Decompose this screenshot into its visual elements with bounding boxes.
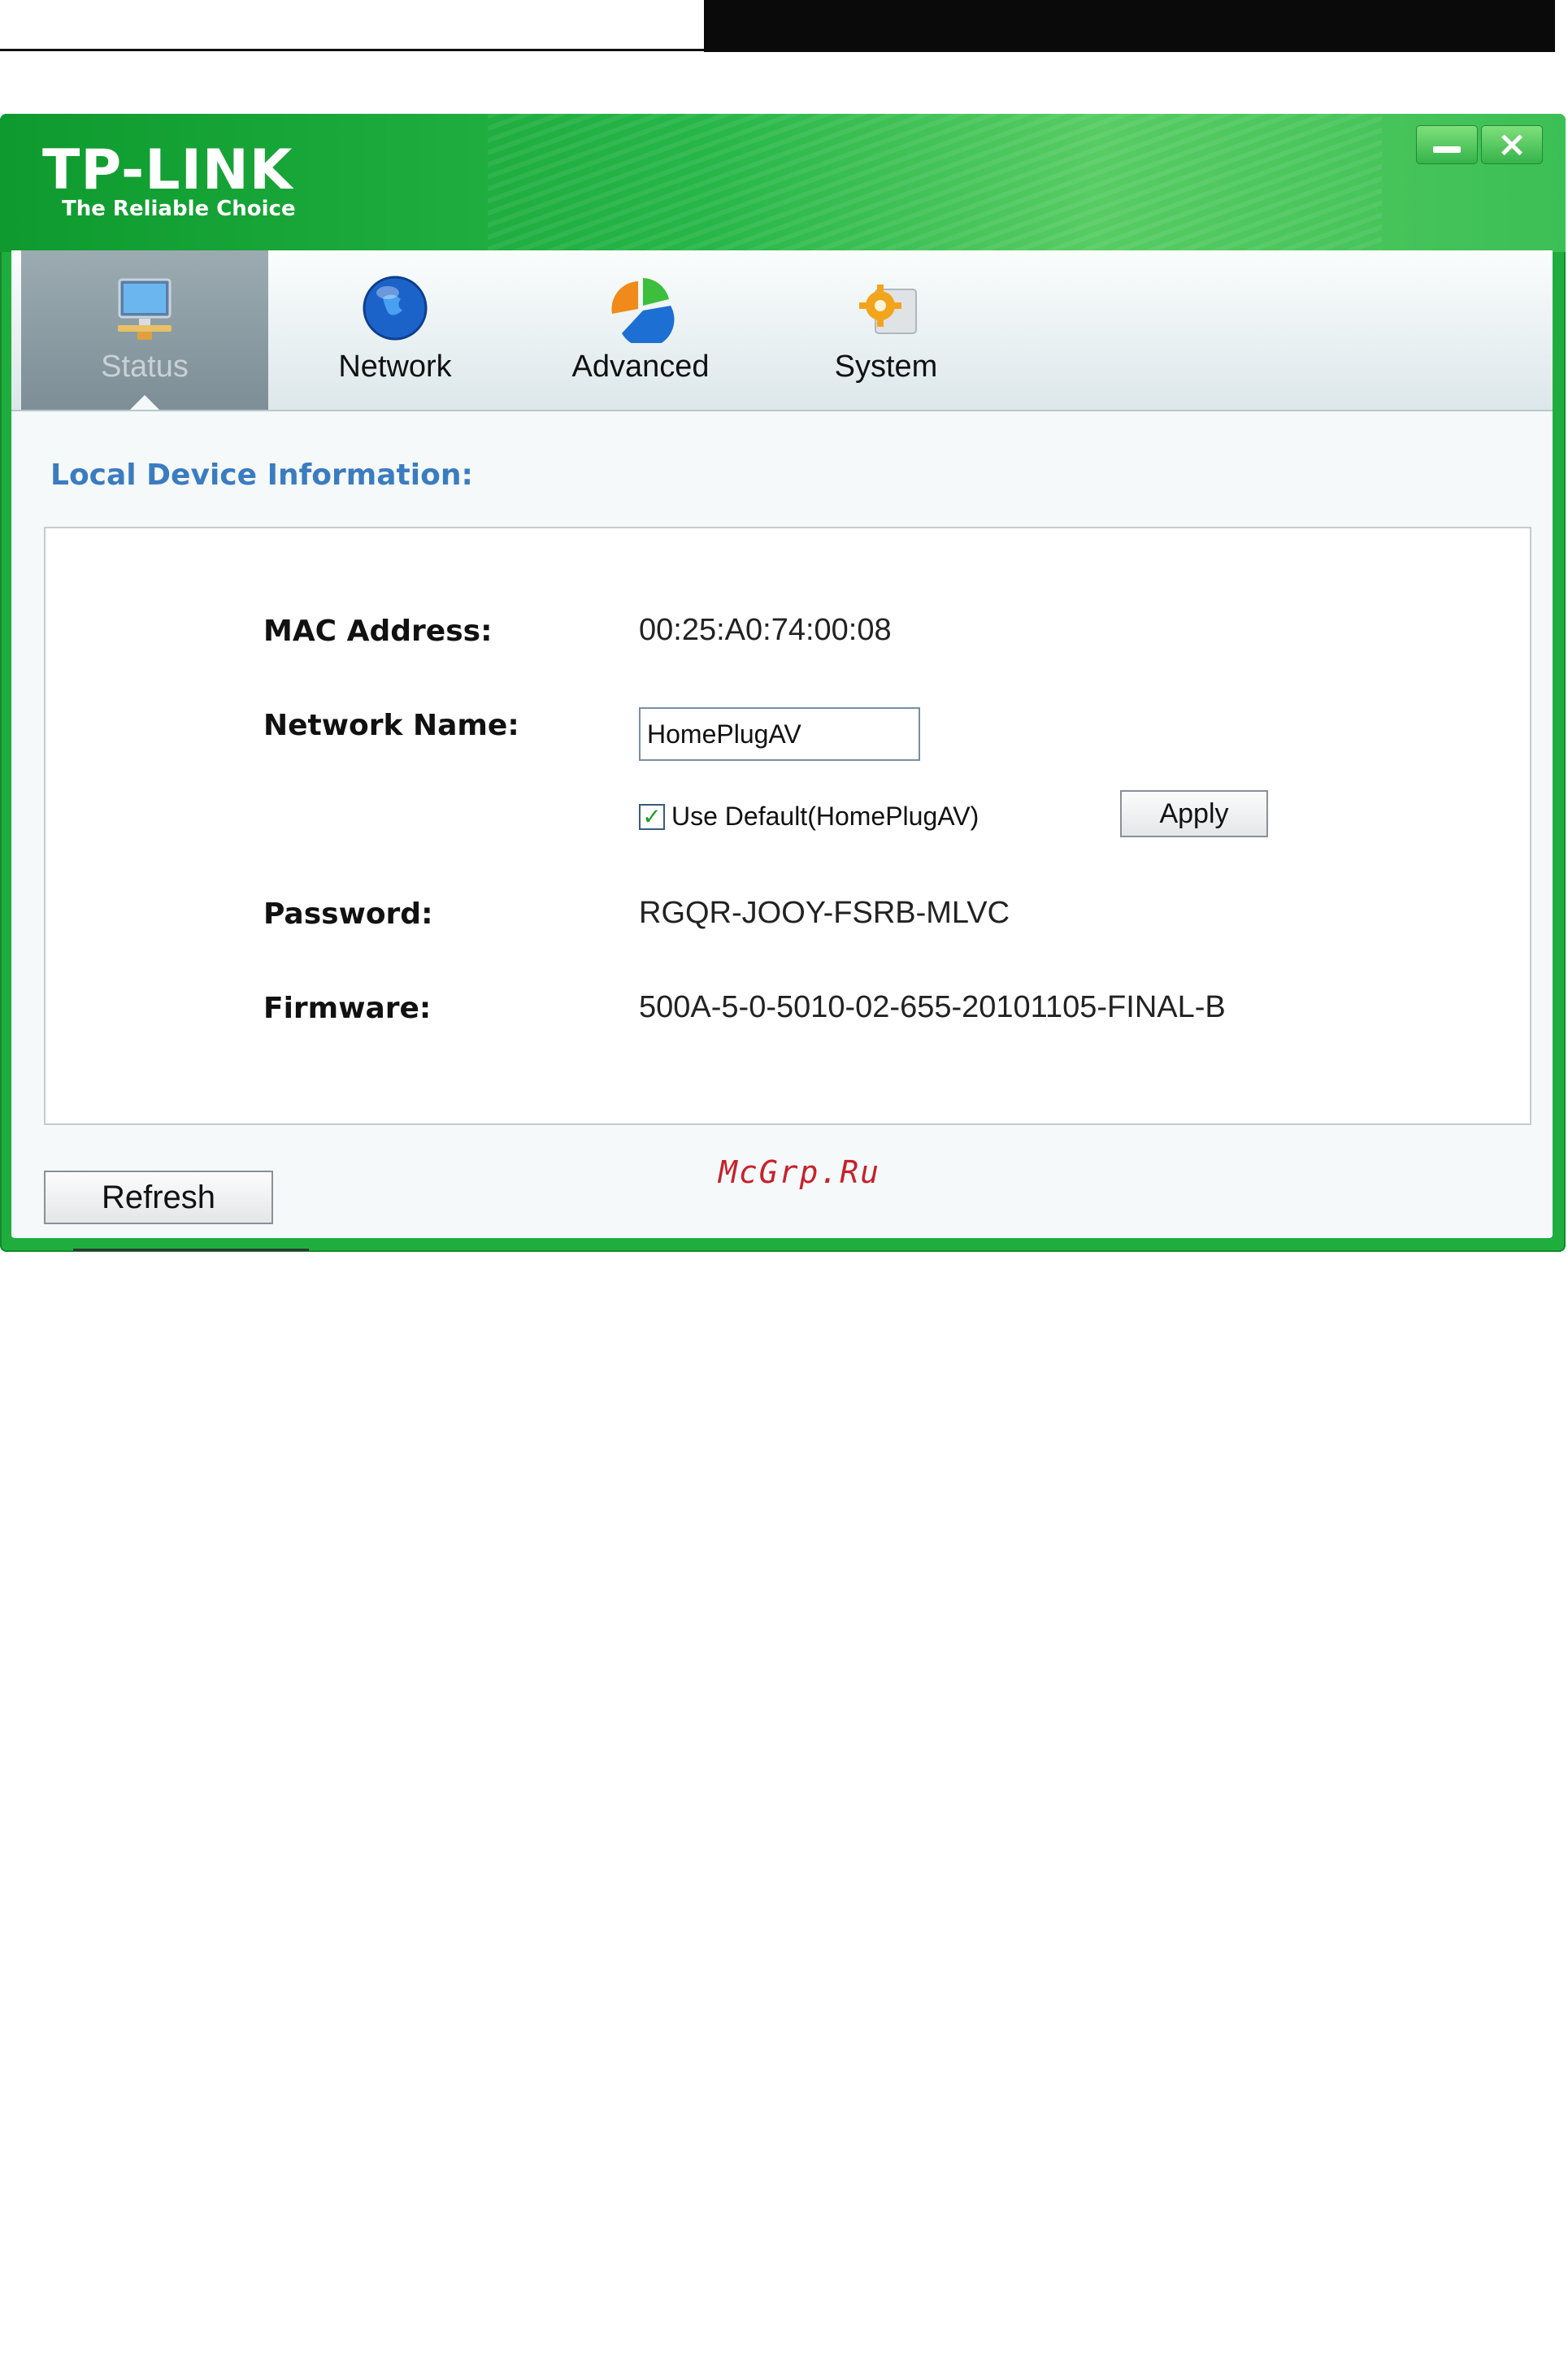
close-button[interactable]: × — [1481, 125, 1543, 164]
active-tab-pointer — [130, 395, 159, 410]
pie-chart-icon — [611, 278, 675, 343]
firmware-value: 500A-5-0-5010-02-655-20101105-FINAL-B — [639, 990, 1226, 1024]
title-bar-decoration — [488, 114, 1382, 252]
password-value: RGQR-JOOY-FSRB-MLVC — [639, 896, 1010, 930]
refresh-button[interactable]: Refresh — [44, 1171, 273, 1224]
minimize-icon — [1433, 146, 1461, 153]
tab-system[interactable]: System — [762, 250, 1010, 410]
tab-network[interactable]: Network — [271, 250, 519, 410]
nav-toolbar: Status Network Advanced System — [11, 250, 1553, 411]
minimize-button[interactable] — [1416, 125, 1478, 164]
use-default-label: Use Default(HomePlugAV) — [671, 802, 979, 831]
title-bar[interactable]: TP-LINK The Reliable Choice × — [0, 114, 1566, 252]
tab-status-label: Status — [101, 350, 189, 384]
mac-address-value: 00:25:A0:74:00:08 — [639, 613, 892, 647]
section-title: Local Device Information: — [50, 458, 473, 492]
tab-system-label: System — [834, 350, 938, 384]
firmware-label: Firmware: — [263, 992, 432, 1025]
tab-advanced[interactable]: Advanced — [517, 250, 764, 410]
device-info-panel: MAC Address: 00:25:A0:74:00:08 Network N… — [44, 527, 1531, 1125]
close-icon: × — [1496, 124, 1527, 165]
password-label: Password: — [263, 897, 433, 931]
tab-advanced-label: Advanced — [571, 350, 710, 384]
use-default-checkbox[interactable]: ✓ — [639, 803, 665, 830]
apply-button[interactable]: Apply — [1120, 790, 1268, 837]
brand-tagline: The Reliable Choice — [62, 197, 296, 221]
tp-link-logo: TP-LINK The Reliable Choice — [42, 138, 296, 222]
app-window: TP-LINK The Reliable Choice × Status Net… — [0, 114, 1566, 1252]
globe-icon — [363, 276, 428, 341]
gear-icon — [859, 285, 917, 334]
page-header-rule — [0, 49, 704, 51]
window-shadow-bar — [73, 1249, 309, 1251]
tab-status[interactable]: Status — [21, 250, 268, 410]
monitor-icon — [118, 278, 172, 340]
brand-name: TP-LINK — [42, 138, 293, 202]
watermark: McGrp.Ru — [719, 1154, 881, 1190]
network-name-label: Network Name: — [263, 709, 519, 742]
tab-network-label: Network — [338, 350, 452, 384]
network-name-input[interactable] — [639, 707, 920, 761]
use-default-option[interactable]: ✓ Use Default(HomePlugAV) — [639, 802, 979, 832]
mac-address-label: MAC Address: — [263, 615, 493, 648]
page-header-bar — [704, 0, 1555, 52]
main-content: Status Network Advanced System Local Dev… — [11, 250, 1553, 1238]
